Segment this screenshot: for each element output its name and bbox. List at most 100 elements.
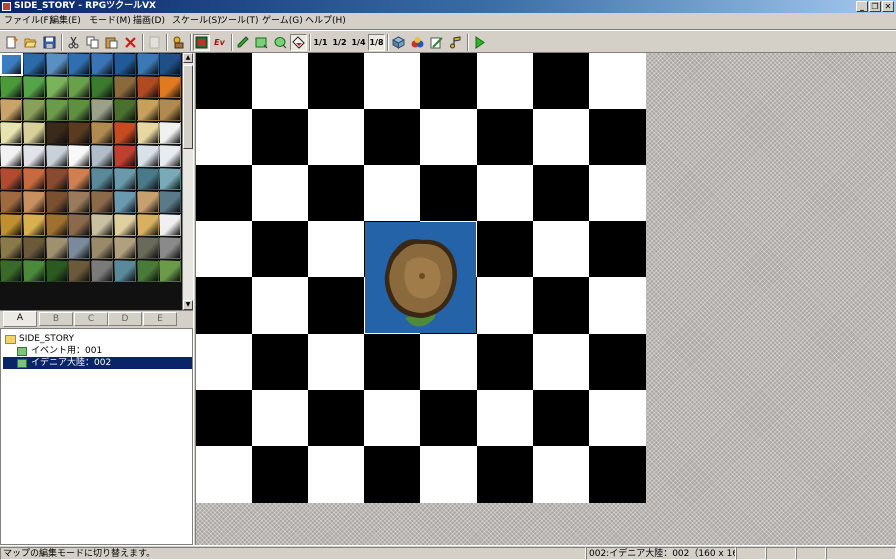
tileset-tile[interactable] [113, 53, 136, 75]
tileset-tile[interactable] [22, 145, 45, 167]
tileset-tile[interactable] [159, 214, 182, 236]
tileset-tile[interactable] [45, 122, 68, 144]
flood-fill-icon[interactable] [290, 34, 307, 51]
tileset-icon[interactable] [170, 34, 187, 51]
tileset-scrollbar[interactable]: ▲ ▼ [182, 53, 193, 310]
tileset-tile[interactable] [136, 145, 159, 167]
playtest-icon[interactable] [471, 34, 488, 51]
tileset-tile[interactable] [22, 122, 45, 144]
sound-test-icon[interactable] [447, 34, 464, 51]
tileset-tile[interactable] [91, 99, 113, 121]
tileset-tile[interactable] [136, 76, 159, 98]
restore-button[interactable]: ❐ [869, 1, 881, 12]
database-icon[interactable] [390, 34, 407, 51]
tileset-tile[interactable] [0, 99, 22, 121]
paste-icon[interactable] [103, 34, 120, 51]
tileset-tile[interactable] [22, 76, 45, 98]
save-icon[interactable] [41, 34, 58, 51]
scale-1-1-button[interactable]: 1/1 [312, 34, 329, 51]
tileset-tile[interactable] [0, 145, 22, 167]
tileset-tile[interactable] [68, 53, 91, 75]
tileset-tile[interactable] [22, 214, 45, 236]
tileset-tile[interactable] [68, 214, 91, 236]
tileset-tile[interactable] [113, 237, 136, 259]
tileset-tile[interactable] [159, 145, 182, 167]
tileset-palette[interactable] [0, 53, 182, 310]
tileset-tile[interactable] [159, 168, 182, 190]
tileset-tile[interactable] [91, 122, 113, 144]
tileset-tile[interactable] [113, 99, 136, 121]
map-editor[interactable] [196, 53, 896, 545]
tileset-tile[interactable] [22, 53, 45, 75]
tileset-tile[interactable] [0, 122, 22, 144]
tab-c[interactable]: C [74, 312, 108, 326]
tileset-tile[interactable] [68, 76, 91, 98]
scroll-thumb[interactable] [183, 65, 193, 149]
tileset-tile[interactable] [136, 122, 159, 144]
tileset-tile[interactable] [136, 191, 159, 213]
tileset-tile[interactable] [68, 168, 91, 190]
tileset-tile[interactable] [136, 99, 159, 121]
tileset-tile[interactable] [91, 260, 113, 282]
tree-item-map-002[interactable]: イデニア大陸：002 [3, 357, 192, 369]
tileset-tile[interactable] [45, 53, 68, 75]
tileset-tile[interactable] [91, 168, 113, 190]
tileset-tile[interactable] [68, 122, 91, 144]
tileset-tile[interactable] [136, 168, 159, 190]
rectangle-icon[interactable] [253, 34, 270, 51]
script-editor-icon[interactable] [428, 34, 445, 51]
tileset-tile[interactable] [45, 214, 68, 236]
tileset-tile[interactable] [159, 260, 182, 282]
menu-help[interactable]: ヘルプ(H) [305, 15, 346, 28]
tileset-tile[interactable] [136, 260, 159, 282]
tileset-tile[interactable] [45, 237, 68, 259]
tileset-tile[interactable] [45, 145, 68, 167]
map-sea-area[interactable] [365, 222, 476, 333]
tileset-tile[interactable] [0, 237, 22, 259]
tileset-tile[interactable] [91, 191, 113, 213]
tab-d[interactable]: D [108, 312, 142, 326]
tileset-tile[interactable] [113, 260, 136, 282]
tileset-tile[interactable] [68, 191, 91, 213]
map-canvas[interactable] [196, 53, 646, 503]
tileset-tile[interactable] [45, 76, 68, 98]
map-mode-icon[interactable] [193, 34, 210, 51]
menu-mode[interactable]: モード(M) [89, 15, 131, 28]
tab-b[interactable]: B [39, 312, 73, 326]
scroll-down-button[interactable]: ▼ [183, 300, 193, 310]
event-mode-button[interactable]: Ev [211, 34, 228, 51]
tileset-tile[interactable] [159, 122, 182, 144]
cut-icon[interactable] [65, 34, 82, 51]
tileset-tile[interactable] [91, 237, 113, 259]
tileset-tile[interactable] [113, 214, 136, 236]
tileset-tile[interactable] [113, 145, 136, 167]
tileset-tile[interactable] [159, 53, 182, 75]
scale-1-8-button[interactable]: 1/8 [368, 34, 385, 51]
menu-game[interactable]: ゲーム(G) [262, 15, 303, 28]
tileset-tile[interactable] [22, 168, 45, 190]
tileset-tile[interactable] [91, 214, 113, 236]
menu-file[interactable]: ファイル(F) [4, 15, 52, 28]
tree-root[interactable]: SIDE_STORY [5, 333, 74, 345]
tileset-tile[interactable] [136, 53, 159, 75]
tree-item-map-001[interactable]: イベント用：001 [17, 345, 187, 357]
menu-edit[interactable]: 編集(E) [50, 15, 81, 28]
pencil-icon[interactable] [234, 34, 251, 51]
tab-a[interactable]: A [3, 311, 37, 327]
delete-icon[interactable] [122, 34, 139, 51]
scale-1-2-button[interactable]: 1/2 [331, 34, 348, 51]
tileset-tile[interactable] [45, 99, 68, 121]
minimize-button[interactable]: _ [856, 1, 868, 12]
tileset-tile[interactable] [68, 99, 91, 121]
menu-draw[interactable]: 描画(D) [133, 15, 165, 28]
tileset-tile[interactable] [159, 237, 182, 259]
tileset-tile[interactable] [45, 168, 68, 190]
scroll-up-button[interactable]: ▲ [183, 53, 193, 63]
tileset-tile[interactable] [91, 145, 113, 167]
tileset-tile[interactable] [91, 76, 113, 98]
tileset-tile[interactable] [91, 53, 113, 75]
tileset-tile[interactable] [22, 191, 45, 213]
tileset-tile[interactable] [0, 191, 22, 213]
tileset-tile[interactable] [159, 76, 182, 98]
close-button[interactable]: ✕ [882, 1, 894, 12]
